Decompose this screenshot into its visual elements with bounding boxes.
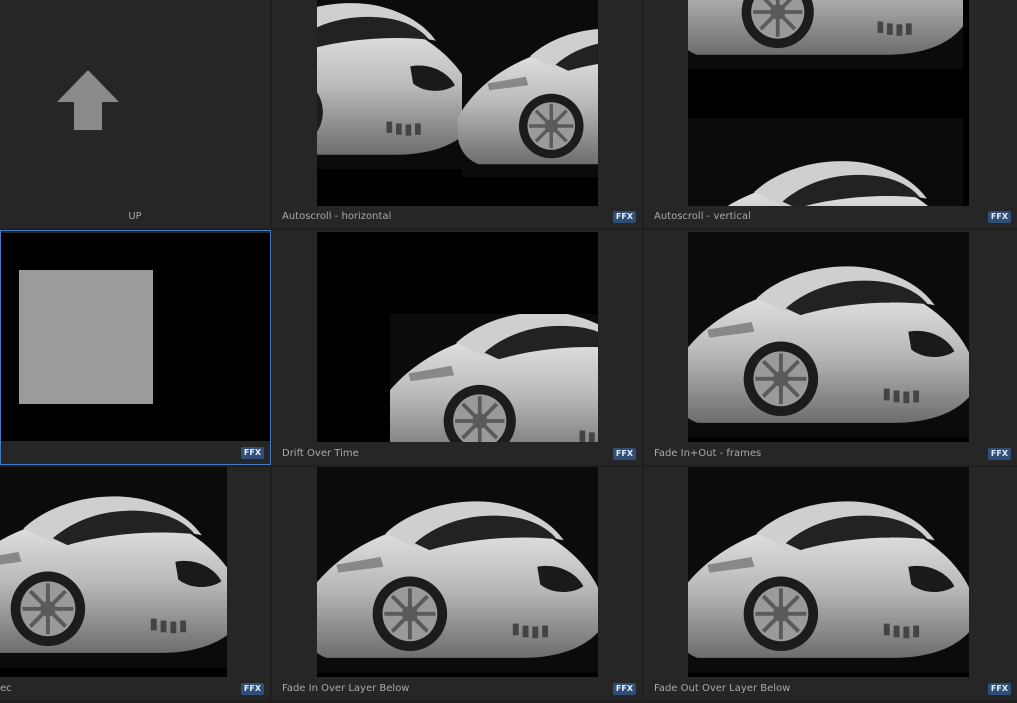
- preset-label: [1, 442, 270, 464]
- preset-thumbnail: [317, 0, 598, 206]
- preset-label: UP: [128, 211, 142, 222]
- preset-thumbnail: [688, 232, 969, 442]
- preset-thumbnail: [0, 467, 227, 677]
- preset-item-fade-out-over-layer-below[interactable]: Fade Out Over Layer Below FFX: [644, 467, 1017, 700]
- ffx-badge: FFX: [240, 447, 264, 459]
- preset-label: Fade In Over Layer Below: [282, 683, 410, 694]
- preset-label: Autoscroll - horizontal: [282, 211, 392, 222]
- preset-item-partial[interactable]: ec FFX: [0, 467, 270, 700]
- ffx-badge: FFX: [240, 683, 264, 695]
- preset-grid: UP Autoscroll - horizontal FFX Autoscrol…: [0, 0, 1017, 703]
- preset-thumbnail: [1, 233, 270, 441]
- preset-thumbnail: [688, 0, 969, 206]
- preset-item-up[interactable]: UP: [0, 0, 270, 228]
- ffx-badge: FFX: [987, 683, 1011, 695]
- preset-item-autoscroll-horizontal[interactable]: Autoscroll - horizontal FFX: [272, 0, 642, 228]
- preset-item-drift-over-time[interactable]: Drift Over Time FFX: [272, 230, 642, 465]
- preset-thumbnail: [688, 467, 969, 677]
- ffx-badge: FFX: [612, 448, 636, 460]
- preset-label: ec: [0, 683, 12, 694]
- ffx-badge: FFX: [612, 211, 636, 223]
- preset-thumbnail: [317, 232, 598, 442]
- preset-item-autoscroll-vertical[interactable]: Autoscroll - vertical FFX: [644, 0, 1017, 228]
- up-arrow-icon: [57, 70, 119, 130]
- preset-thumbnail: [317, 467, 598, 677]
- preset-item-selected[interactable]: FFX: [0, 230, 271, 465]
- preset-label: Fade Out Over Layer Below: [654, 683, 791, 694]
- preset-label: Autoscroll - vertical: [654, 211, 751, 222]
- ffx-badge: FFX: [612, 683, 636, 695]
- ffx-badge: FFX: [987, 211, 1011, 223]
- square-shape: [19, 270, 153, 404]
- preset-label: Fade In+Out - frames: [654, 448, 762, 459]
- preset-label: Drift Over Time: [282, 448, 359, 459]
- ffx-badge: FFX: [987, 448, 1011, 460]
- preset-item-fade-in-out-frames[interactable]: Fade In+Out - frames FFX: [644, 230, 1017, 465]
- preset-item-fade-in-over-layer-below[interactable]: Fade In Over Layer Below FFX: [272, 467, 642, 700]
